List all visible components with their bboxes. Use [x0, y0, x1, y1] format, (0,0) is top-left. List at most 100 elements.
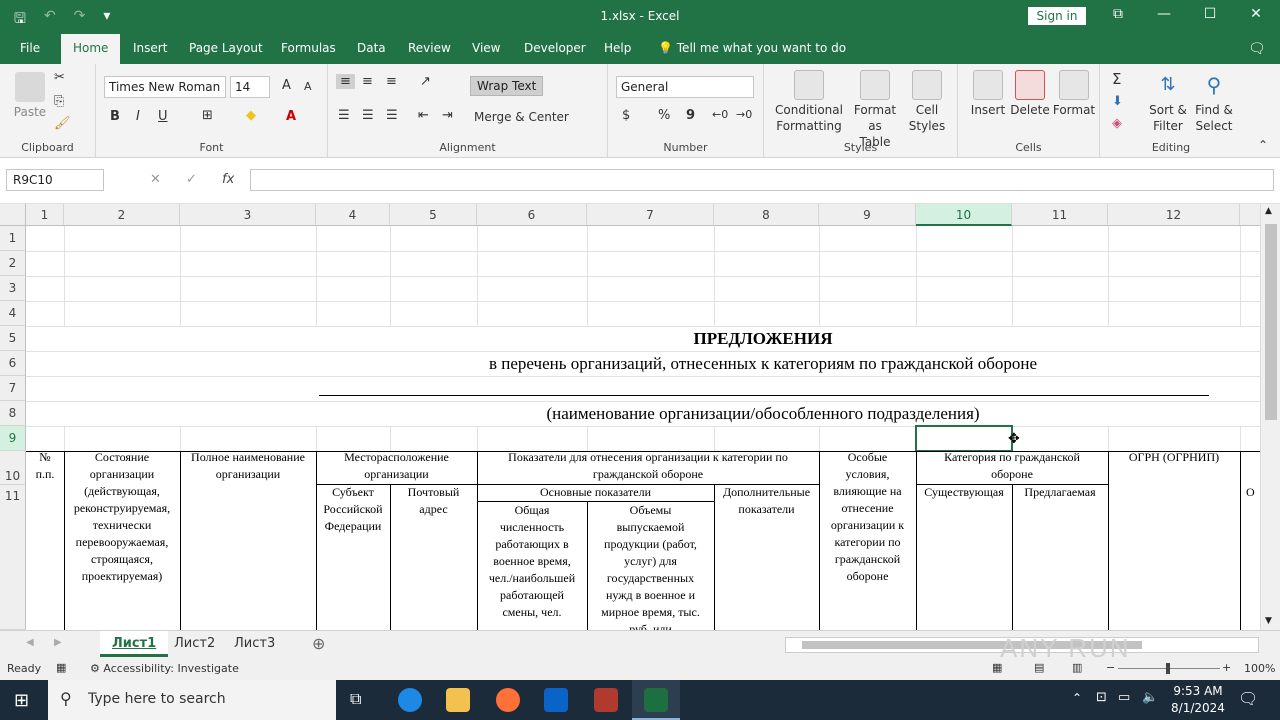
notifications-icon[interactable]: 🗨 [1238, 689, 1258, 708]
underline-button[interactable]: U [158, 109, 168, 124]
sort-filter-button[interactable]: ⇅ Sort & Filter [1146, 70, 1190, 134]
find-select-button[interactable]: ⚲ Find & Select [1192, 70, 1236, 134]
increase-decimal-icon[interactable]: ←0 [712, 108, 728, 121]
middle-align-icon[interactable]: ≡ [362, 74, 373, 89]
italic-button[interactable]: I [136, 109, 140, 124]
column-header[interactable]: 7 [587, 204, 714, 226]
enter-icon[interactable]: ✓ [186, 172, 197, 187]
selected-cell[interactable] [915, 425, 1013, 452]
row-header[interactable]: 10 [0, 451, 26, 485]
wrap-text-button[interactable]: Wrap Text [470, 76, 544, 96]
column-header[interactable]: 3 [180, 204, 316, 226]
format-cells-button[interactable]: Format [1052, 70, 1096, 118]
archiver-icon[interactable] [594, 688, 618, 712]
maximize-button[interactable]: ☐ [1200, 6, 1220, 22]
format-painter-icon[interactable]: 🖌 [54, 116, 71, 131]
windows-start-icon[interactable]: ⊞ [14, 690, 29, 711]
tab-view[interactable]: View [472, 41, 500, 55]
delete-cells-button[interactable]: Delete [1010, 70, 1050, 118]
cell-styles-button[interactable]: Cell Styles [904, 70, 950, 134]
decrease-decimal-icon[interactable]: →0 [736, 108, 752, 121]
column-header[interactable]: 11 [1012, 204, 1108, 226]
fill-icon[interactable]: ⬇ [1112, 94, 1123, 109]
zoom-out-icon[interactable]: − [1106, 661, 1115, 674]
collapse-ribbon-icon[interactable]: ⌃ [1258, 138, 1268, 152]
insert-function-icon[interactable]: fx [222, 172, 234, 187]
cut-icon[interactable]: ✂ [54, 70, 65, 85]
worksheet-grid[interactable]: 1 2 3 4 5 6 7 8 9 10 11 12 1 2 3 4 5 6 7… [0, 204, 1260, 630]
merge-center-button[interactable]: Merge & Center [474, 110, 569, 124]
tab-formulas[interactable]: Formulas [281, 41, 336, 55]
name-box[interactable]: R9C10 [6, 169, 104, 191]
currency-button[interactable]: $ [622, 108, 630, 123]
macro-record-icon[interactable]: ▦ [56, 661, 66, 674]
autosum-icon[interactable]: Σ [1112, 70, 1121, 88]
vertical-scrollbar[interactable]: ▲ ▼ [1260, 204, 1280, 630]
clear-icon[interactable]: ◈ [1112, 116, 1122, 131]
row-header[interactable]: 5 [0, 326, 26, 351]
tab-file[interactable]: File [20, 41, 40, 55]
normal-view-icon[interactable]: ▦ [992, 661, 1002, 674]
sheet-tab-1[interactable]: Лист1 [100, 631, 169, 657]
font-color-button[interactable]: A [286, 109, 296, 124]
zoom-level[interactable]: 100% [1244, 662, 1275, 675]
row-header[interactable]: 2 [0, 251, 26, 276]
comments-icon[interactable]: 🗨 [1248, 41, 1266, 57]
fill-color-icon[interactable]: ◆ [246, 108, 256, 123]
column-header[interactable]: 5 [390, 204, 477, 226]
grow-font-button[interactable]: A [282, 78, 291, 93]
taskbar-search[interactable]: ⚲ Type here to search [48, 680, 336, 720]
page-break-view-icon[interactable]: ▥ [1072, 661, 1082, 674]
align-left-icon[interactable]: ☰ [338, 108, 350, 123]
vertical-scroll-thumb[interactable] [1265, 224, 1277, 420]
bold-button[interactable]: B [110, 109, 120, 124]
accessibility-status[interactable]: ⚙ Accessibility: Investigate [90, 662, 239, 675]
column-header[interactable] [1240, 204, 1260, 226]
page-layout-view-icon[interactable]: ▤ [1034, 661, 1044, 674]
column-header[interactable]: 1 [26, 204, 64, 226]
row-header[interactable]: 3 [0, 276, 26, 301]
column-header[interactable]: 9 [819, 204, 916, 226]
scroll-up-icon[interactable]: ▲ [1265, 206, 1272, 216]
row-header[interactable]: 8 [0, 401, 26, 426]
row-header[interactable]: 4 [0, 301, 26, 326]
taskbar-clock[interactable]: 9:53 AM 8/1/2024 [1168, 683, 1228, 717]
conditional-formatting-button[interactable]: Conditional Formatting [772, 70, 846, 134]
number-format-select[interactable]: General [616, 76, 754, 98]
excel-taskbar-button[interactable] [632, 680, 680, 720]
tab-review[interactable]: Review [408, 41, 451, 55]
zoom-slider-thumb[interactable] [1166, 663, 1170, 674]
paste-button[interactable]: Paste [10, 72, 50, 120]
copy-icon[interactable]: ⎘ [54, 94, 64, 109]
file-explorer-icon[interactable] [446, 688, 470, 712]
firefox-icon[interactable] [496, 688, 520, 712]
zoom-in-icon[interactable]: + [1222, 661, 1231, 674]
column-header[interactable]: 6 [477, 204, 587, 226]
tell-me-search[interactable]: 💡 Tell me what you want to do [658, 41, 846, 55]
orientation-icon[interactable]: ↗ [420, 74, 431, 89]
sign-in-button[interactable]: Sign in [1028, 7, 1086, 25]
formula-input[interactable] [250, 169, 1274, 191]
outlook-icon[interactable] [544, 688, 568, 712]
percent-button[interactable]: % [658, 108, 670, 123]
edge-browser-icon[interactable] [398, 688, 422, 712]
align-center-icon[interactable]: ☰ [362, 108, 374, 123]
column-header-selected[interactable]: 10 [916, 204, 1012, 226]
close-button[interactable]: ✕ [1246, 6, 1266, 22]
column-header[interactable]: 2 [64, 204, 180, 226]
sheet-tab-2[interactable]: Лист2 [162, 631, 227, 657]
prev-sheet-icon[interactable]: ◀ [26, 637, 34, 648]
select-all-corner[interactable] [0, 204, 26, 226]
format-as-table-button[interactable]: Format as Table [848, 70, 902, 150]
shrink-font-button[interactable]: A [304, 80, 312, 93]
sheet-tab-3[interactable]: Лист3 [222, 631, 287, 657]
row-header[interactable]: 1 [0, 226, 26, 251]
show-hidden-icons[interactable]: ⌃ [1072, 691, 1082, 705]
scroll-down-icon[interactable]: ▼ [1265, 616, 1272, 626]
row-header-selected[interactable]: 9 [0, 426, 26, 451]
row-header[interactable]: 11 [0, 485, 26, 630]
font-size-select[interactable]: 14 [230, 76, 270, 98]
borders-icon[interactable]: ⊞ [202, 108, 213, 123]
tab-page-layout[interactable]: Page Layout [189, 41, 263, 55]
column-header[interactable]: 4 [316, 204, 390, 226]
